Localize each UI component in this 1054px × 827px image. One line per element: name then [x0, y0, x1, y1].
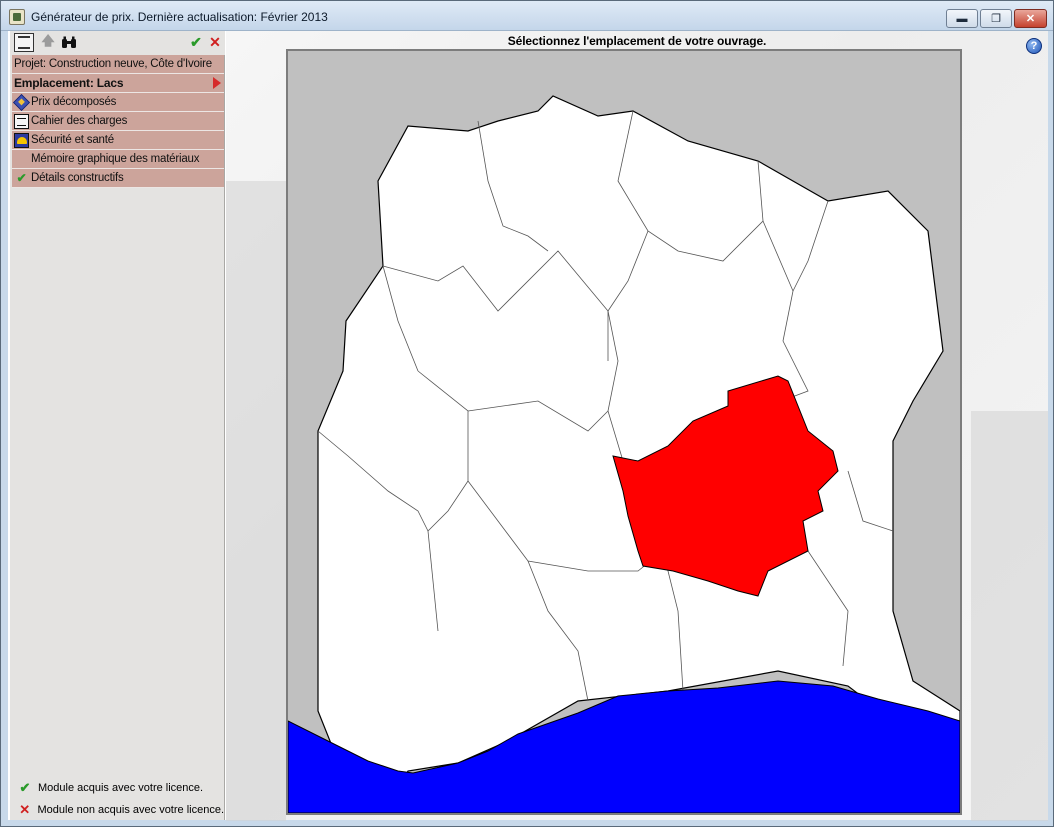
map-frame — [286, 49, 962, 815]
sidebar-item-label: Prix décomposés — [31, 96, 117, 108]
sidebar-item-label: Mémoire graphique des matériaux — [31, 153, 200, 165]
background-decoration — [971, 411, 1048, 821]
app-icon — [9, 9, 25, 25]
title-bar[interactable]: Générateur de prix. Dernière actualisati… — [1, 1, 1053, 31]
window-title: Générateur de prix. Dernière actualisati… — [31, 10, 328, 24]
price-breakdown-icon — [13, 93, 30, 111]
legend-not-acquired-label: Module non acquis avec votre licence. — [37, 804, 225, 816]
binoculars-icon[interactable] — [59, 33, 79, 52]
sidebar-item-label: Détails constructifs — [31, 172, 124, 184]
play-arrow-icon[interactable] — [213, 77, 221, 89]
legend-acquired: ✔ Module acquis avec votre licence. — [16, 777, 224, 799]
region-map — [288, 95, 960, 813]
sidebar-item-label: Sécurité et santé — [31, 134, 114, 146]
sidebar-menu: Projet: Construction neuve, Côte d'Ivoir… — [12, 55, 224, 188]
check-icon: ✔ — [16, 170, 27, 185]
up-arrow-icon[interactable]: 🡅 — [38, 33, 58, 52]
main-content: Sélectionnez l'emplacement de votre ouvr… — [226, 31, 1048, 821]
help-icon[interactable]: ? — [1026, 38, 1042, 54]
license-legend: ✔ Module acquis avec votre licence. ✕ Mo… — [16, 777, 224, 821]
maximize-button[interactable]: ❐ — [980, 9, 1012, 28]
sidebar: 🡅 ✔ ✕ Projet: Construction neuve, Côte d… — [10, 31, 225, 820]
page-title: Sélectionnez l'emplacement de votre ouvr… — [507, 34, 767, 48]
sidebar-item-label: Cahier des charges — [31, 115, 128, 127]
sidebar-item-details[interactable]: ✔ Détails constructifs — [12, 169, 224, 188]
background-decoration — [226, 181, 286, 821]
app-window: Générateur de prix. Dernière actualisati… — [0, 0, 1054, 827]
sidebar-item-securite[interactable]: Sécurité et santé — [12, 131, 224, 150]
sidebar-item-prix[interactable]: Prix décomposés — [12, 93, 224, 112]
safety-helmet-icon — [14, 132, 29, 148]
sidebar-toolbar: 🡅 ✔ ✕ — [10, 31, 225, 55]
close-button[interactable]: ✕ — [1014, 9, 1047, 28]
blank-icon — [14, 152, 29, 167]
cancel-x-icon[interactable]: ✕ — [205, 33, 225, 52]
project-row[interactable]: Projet: Construction neuve, Côte d'Ivoir… — [12, 55, 224, 74]
cross-icon: ✕ — [19, 802, 31, 817]
client-area: 🡅 ✔ ✕ Projet: Construction neuve, Côte d… — [8, 31, 1048, 821]
specifications-icon — [14, 113, 29, 129]
sidebar-item-memoire[interactable]: Mémoire graphique des matériaux — [12, 150, 224, 169]
location-label: Emplacement: Lacs — [14, 76, 124, 90]
accept-check-icon[interactable]: ✔ — [186, 33, 206, 52]
check-icon: ✔ — [19, 780, 31, 795]
minimize-button[interactable]: ▬ — [946, 9, 978, 28]
map-land[interactable] — [317, 95, 960, 787]
project-label: Projet: Construction neuve, Côte d'Ivoir… — [14, 58, 212, 70]
binoculars-icon-graphic — [62, 36, 76, 48]
properties-icon[interactable] — [14, 33, 34, 52]
sidebar-item-cahier[interactable]: Cahier des charges — [12, 112, 224, 131]
legend-not-acquired: ✕ Module non acquis avec votre licence. — [16, 799, 224, 821]
legend-acquired-label: Module acquis avec votre licence. — [38, 782, 204, 794]
location-row[interactable]: Emplacement: Lacs — [12, 74, 224, 93]
